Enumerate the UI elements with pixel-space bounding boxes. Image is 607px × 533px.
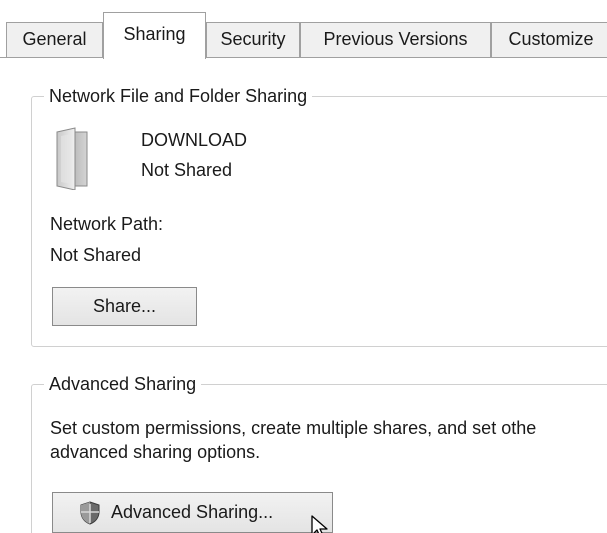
tab-previous-versions[interactable]: Previous Versions bbox=[300, 22, 491, 57]
advanced-sharing-description-line-2: advanced sharing options. bbox=[50, 442, 261, 462]
advanced-sharing-description-line-1: Set custom permissions, create multiple … bbox=[50, 418, 537, 438]
tab-customize[interactable]: Customize bbox=[491, 22, 607, 57]
advanced-sharing-button[interactable]: Advanced Sharing... bbox=[52, 492, 333, 533]
network-path-label: Network Path: bbox=[50, 214, 164, 234]
advanced-sharing-legend: Advanced Sharing bbox=[44, 371, 202, 397]
tab-sharing[interactable]: Sharing bbox=[103, 12, 206, 59]
mouse-pointer-icon bbox=[311, 515, 328, 533]
tab-strip: General Sharing Security Previous Versio… bbox=[0, 0, 607, 59]
network-path-value: Not Shared bbox=[50, 245, 142, 265]
folder-name: DOWNLOAD bbox=[141, 130, 248, 150]
advanced-sharing-button-label: Advanced Sharing... bbox=[111, 502, 274, 522]
properties-dialog: General Sharing Security Previous Versio… bbox=[0, 0, 607, 533]
shield-icon bbox=[80, 501, 100, 525]
tab-strip-baseline bbox=[0, 57, 607, 58]
share-button[interactable]: Share... bbox=[52, 287, 197, 326]
folder-share-status: Not Shared bbox=[141, 160, 233, 180]
advanced-sharing-description: Set custom permissions, create multiple … bbox=[50, 416, 607, 464]
network-sharing-legend: Network File and Folder Sharing bbox=[44, 83, 313, 109]
tab-security[interactable]: Security bbox=[206, 22, 300, 57]
folder-icon bbox=[56, 127, 88, 190]
tab-general[interactable]: General bbox=[6, 22, 103, 57]
